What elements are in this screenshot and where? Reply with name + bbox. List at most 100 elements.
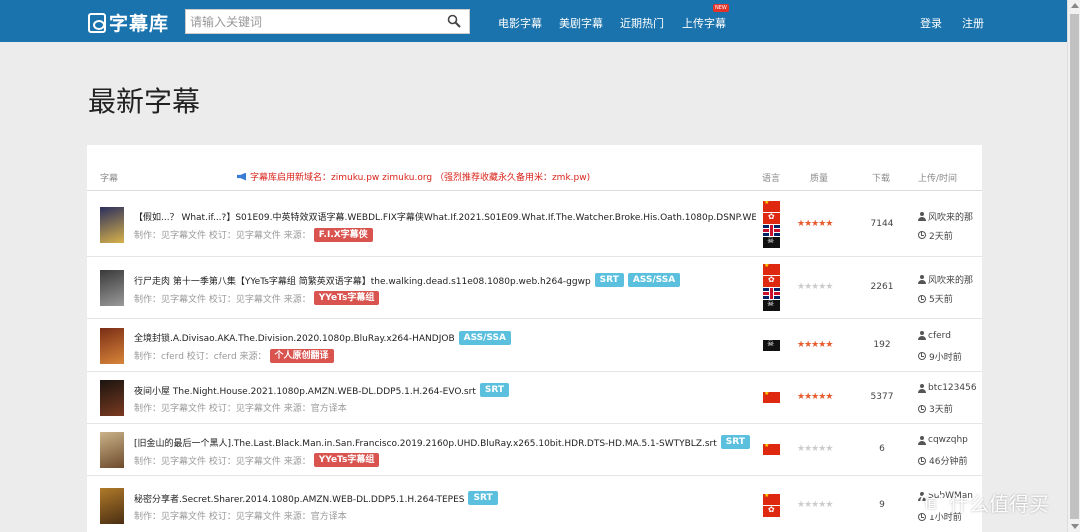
- source-badge[interactable]: YYeTs字幕组: [313, 291, 380, 305]
- uploader[interactable]: 风吹来的那: [918, 273, 978, 286]
- quality-rating: ★★★★★: [797, 340, 842, 350]
- upload-time: 2天前: [918, 229, 953, 242]
- nav-upload-subs[interactable]: 上传字幕: [682, 15, 726, 31]
- poster-thumbnail[interactable]: [100, 380, 124, 416]
- flag-hk-icon: [763, 212, 780, 224]
- logo-icon: [88, 12, 106, 33]
- subtitle-title-link[interactable]: 【假如...？ What.if...?】S01E09.中英特效双语字幕.WEBD…: [134, 210, 756, 223]
- subtitle-meta-text: 制作：见字幕文件 校订：见字幕文件 来源：官方译本: [134, 404, 347, 414]
- uploader[interactable]: 风吹来的那: [918, 210, 978, 223]
- uploader-name[interactable]: cqwzqhp: [928, 435, 968, 445]
- clock-icon: [918, 456, 926, 465]
- page-scrollbar[interactable]: [1067, 0, 1080, 532]
- uploader-name[interactable]: 风吹来的那: [928, 273, 973, 286]
- flag-uk-icon: [763, 288, 780, 299]
- watermark-text: 什么值得买: [949, 492, 1049, 516]
- quality-rating: ★★★★★: [797, 219, 842, 229]
- star-icon: ★: [825, 500, 833, 510]
- poster-thumbnail[interactable]: [100, 327, 124, 364]
- subtitle-title-link[interactable]: 秘密分享者.Secret.Sharer.2014.1080p.AMZN.WEB-…: [134, 492, 464, 505]
- source-badge[interactable]: YYeTs字幕组: [313, 453, 380, 467]
- download-count: 6: [879, 444, 885, 454]
- clock-icon: [918, 294, 926, 303]
- subtitle-meta: 制作：见字幕文件 校订：见字幕文件 来源： YYeTs字幕组: [134, 291, 380, 305]
- subtitle-title: [旧金山的最后一个黑人].The.Last.Black.Man.in.San.F…: [134, 435, 750, 449]
- subtitle-meta-text: 制作：见字幕文件 校订：见字幕文件 来源：官方译本: [134, 512, 347, 522]
- uploader[interactable]: btc123456: [918, 383, 978, 393]
- uploader[interactable]: cqwzqhp: [918, 435, 978, 445]
- scroll-up-arrow-icon[interactable]: [1071, 3, 1079, 8]
- subtitle-title-link[interactable]: 夜间小屋 The.Night.House.2021.1080p.AMZN.WEB…: [134, 384, 476, 397]
- subtitle-meta: 制作：见字幕文件 校订：见字幕文件 来源：官方译本: [134, 509, 347, 522]
- flag-hk-icon: [763, 506, 780, 517]
- star-icon: ★: [825, 392, 833, 402]
- domain-notice[interactable]: 字幕库启用新域名：zimuku.pw zimuku.org （强烈推荐收藏永久备…: [237, 170, 590, 183]
- clock-icon: [918, 231, 926, 239]
- poster-thumbnail[interactable]: [100, 270, 124, 306]
- source-badge[interactable]: F.I.X字幕侠: [313, 227, 373, 242]
- star-icon: ★: [825, 444, 833, 454]
- nav-us-tv-subs[interactable]: 美剧字幕: [559, 15, 603, 31]
- user-icon: [918, 383, 926, 393]
- table-row: 行尸走肉 第十一季第八集【YYeTs字幕组 简繁英双语字幕】the.walkin…: [87, 257, 982, 319]
- user-icon: [918, 435, 926, 445]
- uploader-name[interactable]: 风吹来的那: [928, 210, 973, 223]
- subtitle-meta: 制作：见字幕文件 校订：见字幕文件 来源： YYeTs字幕组: [134, 453, 380, 467]
- upload-time-text: 3天前: [929, 405, 953, 415]
- subtitle-meta-text: 制作：见字幕文件 校订：见字幕文件 来源：: [134, 456, 311, 467]
- flag-hk-icon: [763, 276, 780, 287]
- upload-time-text: 46分钟前: [929, 457, 968, 467]
- poster-thumbnail[interactable]: [100, 488, 124, 524]
- table-header: 字幕 字幕库启用新域名：zimuku.pw zimuku.org （强烈推荐收藏…: [87, 145, 982, 191]
- nav-movie-subs[interactable]: 电影字幕: [498, 15, 542, 31]
- col-language: 语言: [762, 174, 781, 184]
- scroll-down-arrow-icon[interactable]: [1071, 524, 1079, 529]
- search-icon[interactable]: [447, 14, 461, 28]
- register-link[interactable]: 注册: [962, 15, 984, 31]
- flag-cn-icon: [763, 494, 780, 505]
- language-flags: [763, 444, 780, 456]
- subtitle-table: 字幕 字幕库启用新域名：zimuku.pw zimuku.org （强烈推荐收藏…: [87, 145, 982, 532]
- subtitle-title: 夜间小屋 The.Night.House.2021.1080p.AMZN.WEB…: [134, 383, 509, 397]
- upload-time: 9小时前: [918, 350, 962, 363]
- language-flags: [763, 392, 780, 404]
- site-watermark: 什么值得买: [920, 488, 1049, 517]
- uploader[interactable]: cferd: [918, 331, 978, 341]
- login-link[interactable]: 登录: [920, 15, 942, 31]
- flag-uk-icon: [763, 224, 780, 236]
- subtitle-title: 全境封锁.A.Divisao.AKA.The.Division.2020.108…: [134, 330, 511, 345]
- search-input[interactable]: [186, 10, 436, 33]
- poster-thumbnail[interactable]: [100, 206, 124, 243]
- subtitle-title-link[interactable]: 行尸走肉 第十一季第八集【YYeTs字幕组 简繁英双语字幕】the.walkin…: [134, 274, 591, 287]
- format-tag: SRT: [468, 491, 498, 505]
- source-badge[interactable]: 个人原创翻译: [269, 348, 334, 363]
- quality-rating: ★★★★★: [797, 444, 842, 454]
- subtitle-title: 行尸走肉 第十一季第八集【YYeTs字幕组 简繁英双语字幕】the.walkin…: [134, 273, 681, 287]
- quality-rating: ★★★★★: [797, 392, 842, 402]
- search-box: [185, 9, 470, 34]
- subtitle-title-link[interactable]: 全境封锁.A.Divisao.AKA.The.Division.2020.108…: [134, 331, 455, 344]
- top-navbar: 字幕库 电影字幕 美剧字幕 近期热门 上传字幕 NEW 登录 注册: [0, 0, 1067, 42]
- subtitle-meta-text: 制作：见字幕文件 校订：见字幕文件 来源：: [134, 231, 311, 241]
- download-count: 9: [879, 500, 885, 510]
- table-row: [旧金山的最后一个黑人].The.Last.Black.Man.in.San.F…: [87, 424, 982, 476]
- download-count: 2261: [870, 282, 894, 292]
- clock-icon: [918, 352, 926, 360]
- upload-time-text: 5天前: [929, 295, 953, 305]
- subtitle-title: 秘密分享者.Secret.Sharer.2014.1080p.AMZN.WEB-…: [134, 491, 498, 505]
- quality-rating: ★★★★★: [797, 282, 842, 292]
- scrollbar-thumb[interactable]: [1070, 14, 1079, 519]
- nav-trending[interactable]: 近期热门: [620, 15, 664, 31]
- clock-icon: [918, 404, 926, 413]
- megaphone-icon: [237, 172, 246, 181]
- star-icon: ★: [825, 339, 833, 350]
- subtitle-title: 【假如...？ What.if...?】S01E09.中英特效双语字幕.WEBD…: [134, 210, 756, 223]
- site-logo[interactable]: 字幕库: [88, 9, 169, 36]
- poster-thumbnail[interactable]: [100, 432, 124, 468]
- subtitle-meta-text: 制作：见字幕文件 校订：见字幕文件 来源：: [134, 294, 311, 305]
- uploader-name[interactable]: cferd: [928, 331, 951, 341]
- star-icon: ★: [825, 218, 833, 229]
- uploader-name[interactable]: btc123456: [928, 383, 977, 393]
- subtitle-title-link[interactable]: [旧金山的最后一个黑人].The.Last.Black.Man.in.San.F…: [134, 436, 717, 449]
- language-flags: [763, 494, 780, 518]
